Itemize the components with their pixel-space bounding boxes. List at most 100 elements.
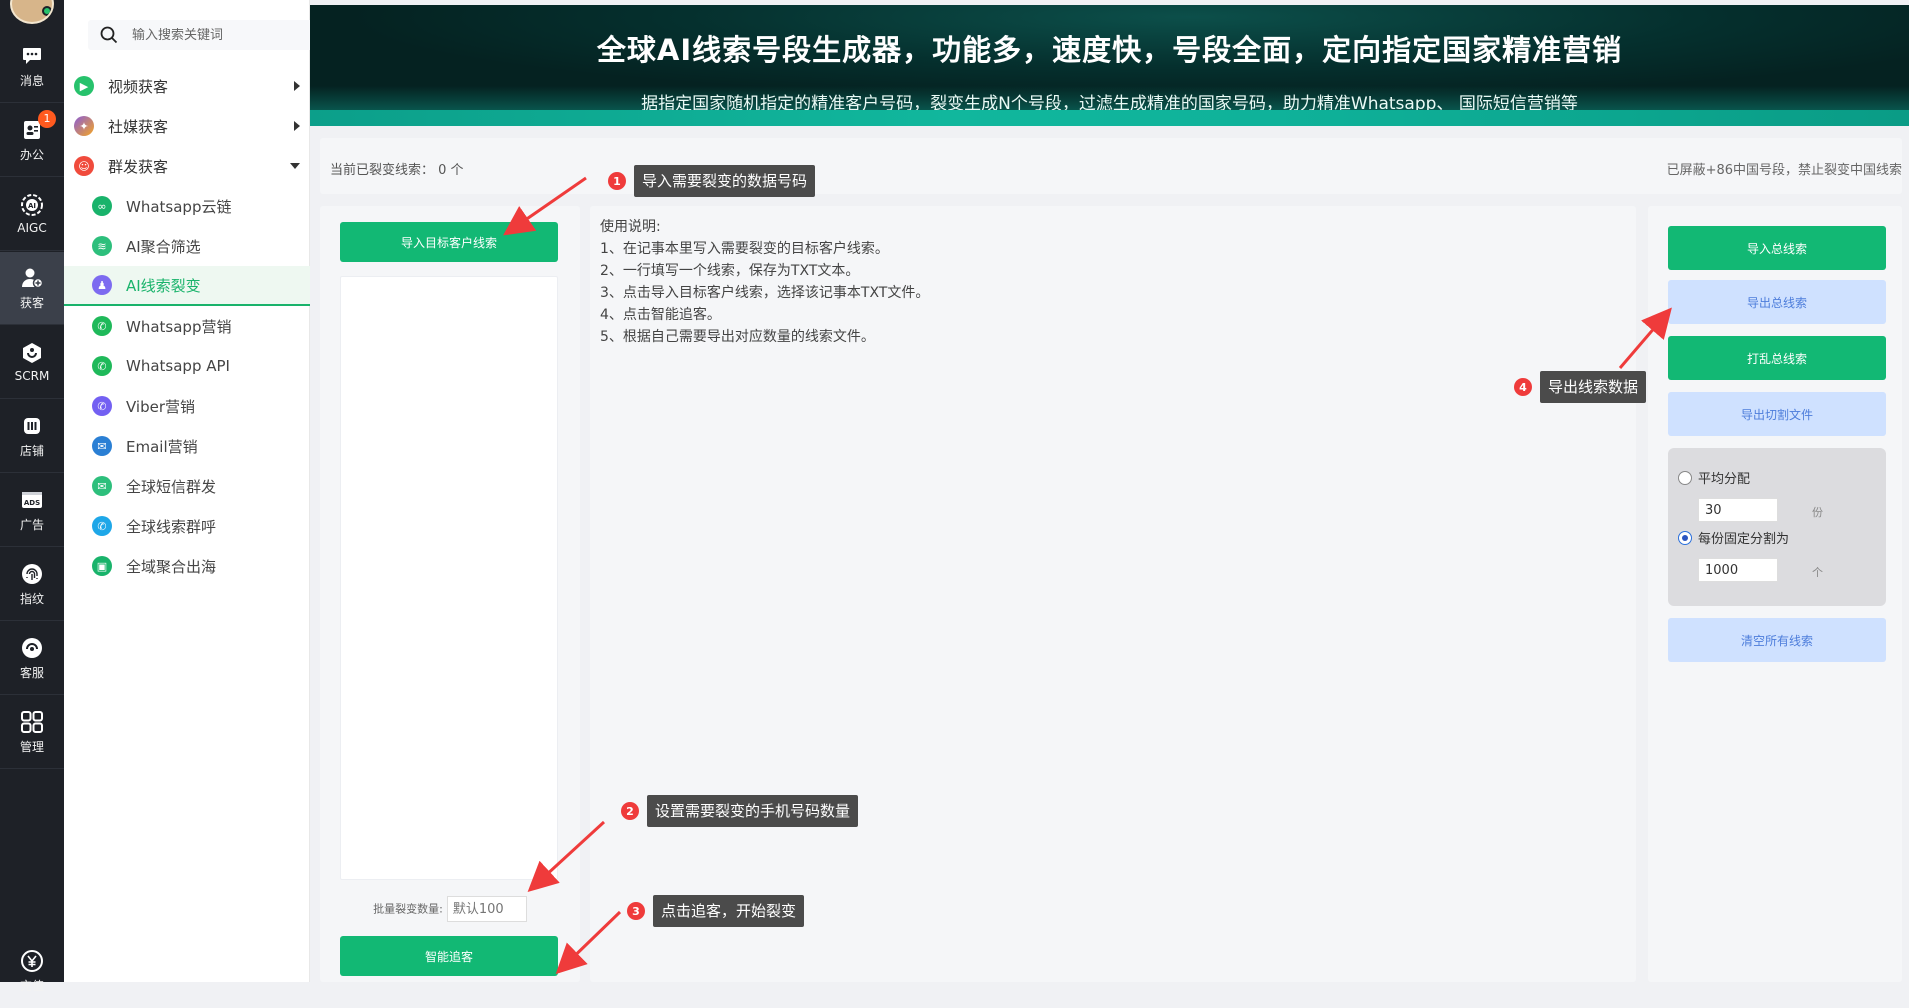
- rail-item-aigc[interactable]: AI AIGC: [0, 178, 64, 251]
- rail-item-office[interactable]: 1 办公: [0, 104, 64, 177]
- broadcast-icon: ☺: [74, 156, 94, 176]
- sms-icon: ✉: [92, 476, 112, 496]
- import-total-leads-button[interactable]: 导入总线索: [1668, 226, 1886, 270]
- play-icon: ▶: [74, 76, 94, 96]
- callout-number: 4: [1514, 378, 1532, 396]
- menu-item-label: AI聚合筛选: [126, 237, 201, 256]
- rail-label: 获客: [19, 295, 44, 310]
- chevron-right-icon: [294, 81, 300, 91]
- china-block-note: 已屏蔽+86中国号段，禁止裂变中国线索: [1666, 163, 1902, 178]
- batch-fission-label: 批量裂变数量:: [373, 902, 443, 916]
- fingerprint-icon: [20, 562, 44, 586]
- callout-text: 设置需要裂变的手机号码数量: [647, 795, 859, 827]
- notification-badge: 1: [38, 110, 56, 128]
- search-input[interactable]: [132, 27, 312, 43]
- instructions-panel: 使用说明: 1、在记事本里写入需要裂变的目标客户线索。 2、一行填写一个线索，保…: [590, 206, 1636, 982]
- callout-3: 3 点击追客，开始裂变: [627, 895, 805, 927]
- even-split-label: 平均分配: [1698, 472, 1751, 487]
- menu-group-social[interactable]: ✦ 社媒获客: [64, 106, 310, 146]
- fixed-split-option[interactable]: 每份固定分割为: [1678, 528, 1789, 547]
- menu-item-ai-filter[interactable]: ≋ AI聚合筛选: [64, 226, 310, 266]
- import-target-leads-button[interactable]: 导入目标客户线索: [340, 222, 558, 262]
- whatsapp-icon: ✆: [92, 316, 112, 336]
- rail-item-manage[interactable]: 管理: [0, 696, 64, 769]
- menu-item-viber[interactable]: ✆ Viber营销: [64, 386, 310, 426]
- menu-item-call[interactable]: ✆ 全球线索群呼: [64, 506, 310, 546]
- menu-item-label: AI线索裂变: [126, 276, 201, 295]
- rail-label: 店铺: [19, 443, 44, 458]
- svg-text:ADS: ADS: [24, 499, 40, 507]
- menu-item-label: 全球短信群发: [126, 477, 217, 496]
- fixed-split-input[interactable]: [1698, 558, 1778, 582]
- social-icon: ✦: [74, 116, 94, 136]
- menu-item-whatsapp-api[interactable]: ✆ Whatsapp API: [64, 346, 310, 386]
- instructions-heading: 使用说明:: [600, 219, 661, 235]
- callout-number: 3: [627, 902, 645, 920]
- smart-follow-button[interactable]: 智能追客: [340, 936, 558, 976]
- instruction-line: 3、点击导入目标客户线索，选择该记事本TXT文件。: [600, 285, 930, 301]
- rail-item-recharge[interactable]: 充值: [0, 935, 64, 1008]
- rail-label: 充值: [19, 979, 44, 993]
- even-split-radio[interactable]: [1678, 470, 1692, 485]
- rail-item-customer[interactable]: 获客: [0, 252, 64, 325]
- scrm-icon: [20, 341, 44, 365]
- clear-all-leads-button[interactable]: 清空所有线索: [1668, 618, 1886, 662]
- rail-item-fingerprint[interactable]: 指纹: [0, 548, 64, 621]
- target-leads-list[interactable]: [340, 276, 558, 880]
- viber-icon: ✆: [92, 396, 112, 416]
- rail-item-service[interactable]: 客服: [0, 622, 64, 695]
- rail-item-ads[interactable]: ADS 广告: [0, 474, 64, 547]
- rail-label: 管理: [19, 739, 44, 754]
- fission-icon: ♟: [92, 275, 112, 295]
- batch-fission-input[interactable]: [446, 896, 527, 922]
- menu-item-aggregate[interactable]: ▣ 全域聚合出海: [64, 546, 310, 586]
- export-split-files-button[interactable]: 导出切割文件: [1668, 392, 1886, 436]
- rail-item-scrm[interactable]: SCRM: [0, 326, 64, 399]
- menu-item-sms[interactable]: ✉ 全球短信群发: [64, 466, 310, 506]
- menu-group-label: 群发获客: [108, 157, 169, 176]
- instruction-line: 5、根据自己需要导出对应数量的线索文件。: [600, 329, 875, 345]
- export-total-leads-button[interactable]: 导出总线索: [1668, 280, 1886, 324]
- fission-count: 当前已裂变线索： 0 个: [330, 159, 464, 178]
- callout-text: 导入需要裂变的数据号码: [634, 165, 816, 197]
- rail-label: 广告: [19, 517, 44, 532]
- menu-item-whatsapp-cloud[interactable]: ∞ Whatsapp云链: [64, 186, 310, 226]
- chevron-right-icon: [294, 121, 300, 131]
- menu-item-label: Whatsapp API: [126, 357, 230, 375]
- menu-group-label: 视频获客: [108, 77, 169, 96]
- menu-group-video[interactable]: ▶ 视频获客: [64, 66, 310, 106]
- callout-number: 2: [621, 802, 639, 820]
- instruction-line: 2、一行填写一个线索，保存为TXT文本。: [600, 263, 860, 279]
- email-icon: ✉: [92, 436, 112, 456]
- ads-icon: ADS: [20, 488, 44, 512]
- service-icon: [20, 636, 44, 660]
- fixed-split-unit: 个: [1812, 566, 1823, 579]
- rail-item-messages[interactable]: 消息: [0, 30, 64, 103]
- even-split-input[interactable]: [1698, 498, 1778, 522]
- rail-label: 指纹: [19, 591, 44, 606]
- menu-item-ai-fission[interactable]: ♟ AI线索裂变: [64, 266, 310, 306]
- batch-fission-row: 批量裂变数量:: [320, 896, 580, 922]
- aigc-icon: AI: [20, 193, 44, 217]
- fixed-split-label: 每份固定分割为: [1698, 532, 1790, 547]
- callout-4: 4 导出线索数据: [1514, 371, 1647, 403]
- lead-input-panel: 导入目标客户线索 批量裂变数量: 智能追客: [320, 206, 580, 982]
- fixed-split-radio[interactable]: [1678, 530, 1692, 545]
- menu-item-whatsapp-marketing[interactable]: ✆ Whatsapp营销: [64, 306, 310, 346]
- fission-count-label: 当前已裂变线索：: [330, 163, 435, 178]
- aggregate-icon: ▣: [92, 556, 112, 576]
- even-split-option[interactable]: 平均分配: [1678, 468, 1750, 487]
- menu-item-email[interactable]: ✉ Email营销: [64, 426, 310, 466]
- phone-icon: ✆: [92, 516, 112, 536]
- online-status-dot: [42, 6, 52, 16]
- rail-item-store[interactable]: 店铺: [0, 400, 64, 473]
- callout-number: 1: [608, 172, 626, 190]
- avatar[interactable]: [10, 0, 54, 24]
- rail-label: SCRM: [14, 369, 50, 383]
- store-icon: [20, 414, 44, 438]
- menu-group-broadcast[interactable]: ☺ 群发获客: [64, 146, 310, 186]
- callout-text: 导出线索数据: [1540, 371, 1647, 403]
- shuffle-total-leads-button[interactable]: 打乱总线索: [1668, 336, 1886, 380]
- instructions-text: 使用说明: 1、在记事本里写入需要裂变的目标客户线索。 2、一行填写一个线索，保…: [600, 216, 929, 348]
- callout-text: 点击追客，开始裂变: [653, 895, 805, 927]
